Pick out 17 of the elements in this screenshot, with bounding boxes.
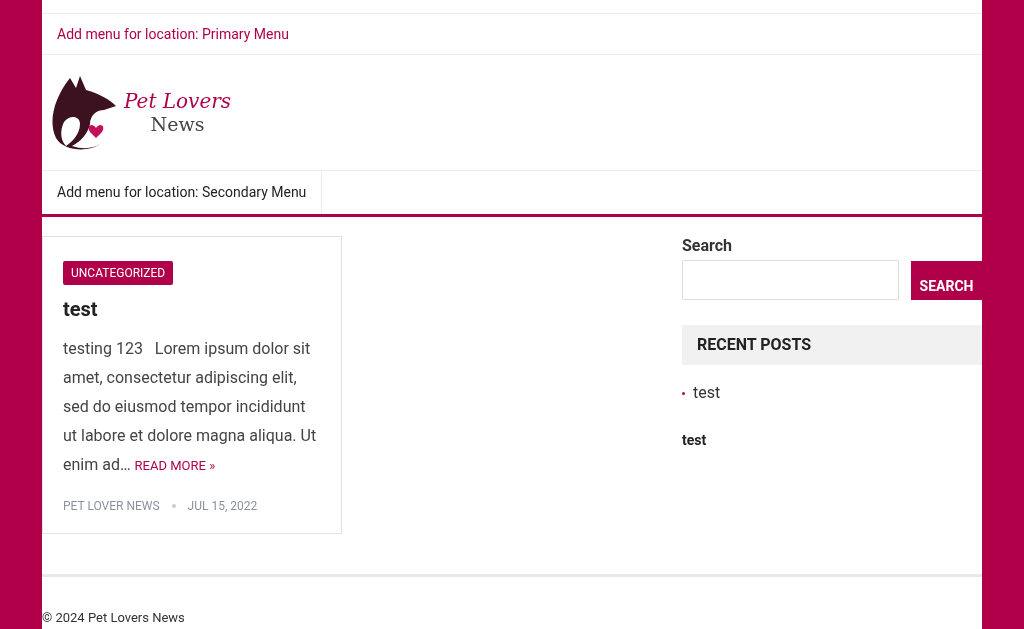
widget-title: RECENT POSTS — [697, 334, 812, 356]
post-title[interactable]: test — [63, 294, 321, 324]
post-excerpt: testing 123 Lorem ipsum dolor sit amet, consectetur adipiscing elit, sed do eiusmod tempor incididunt ut labore et dolore magna aliqua. Ut enim ad… READ MORE » — [63, 338, 318, 476]
post-date: JUL 15, 2022 — [187, 498, 258, 515]
search-field[interactable] — [682, 260, 899, 300]
category-tag[interactable]: UNCATEGORIZED — [63, 261, 174, 285]
primary-menu-link[interactable]: Add menu for location: Primary Menu — [57, 23, 289, 45]
copyright-text: © 2024 Pet Lovers News — [42, 610, 185, 625]
logo-title: Pet Lovers — [124, 90, 232, 111]
search-button[interactable]: SEARCH — [911, 261, 982, 300]
widget-text: test — [682, 431, 708, 450]
logo-subtitle: News — [150, 114, 205, 134]
secondary-menu-link[interactable]: Add menu for location: Secondary Menu — [57, 181, 307, 203]
recent-post-link[interactable]: test — [693, 381, 721, 405]
search-label: Search — [682, 235, 734, 257]
read-more-link[interactable]: READ MORE » — [134, 458, 216, 473]
bullet-icon — [682, 391, 685, 395]
